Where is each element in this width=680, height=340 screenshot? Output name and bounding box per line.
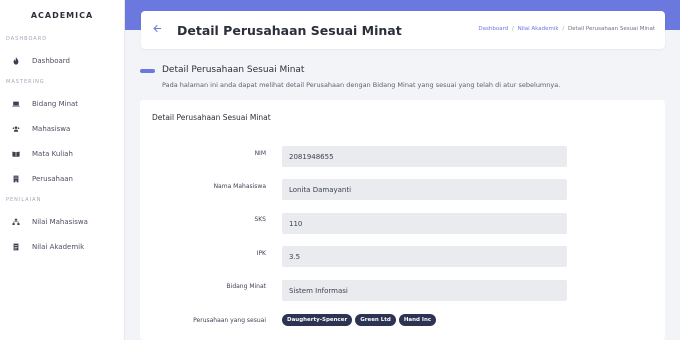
nama-mahasiswa-field[interactable]: Lonita Damayanti: [282, 179, 567, 200]
sidebar-item-mahasiswa[interactable]: Mahasiswa: [0, 116, 124, 141]
breadcrumb-item-dashboard[interactable]: Dashboard: [478, 26, 508, 32]
section-description: Pada halaman ini anda dapat melihat deta…: [162, 81, 561, 89]
sidebar-item-label: Nilai Mahasiswa: [32, 217, 88, 226]
bidang-minat-label: Bidang Minat: [226, 283, 266, 290]
sidebar-item-nilai-akademik[interactable]: Nilai Akademik: [0, 234, 124, 259]
brand-logo[interactable]: ACADEMICA: [0, 0, 124, 30]
perusahaan-label: Perusahaan yang sesuai: [193, 317, 266, 324]
page-title: Detail Perusahaan Sesuai Minat: [177, 22, 402, 38]
page-header: Detail Perusahaan Sesuai Minat Dashboard…: [141, 11, 665, 49]
ipk-field[interactable]: 3.5: [282, 246, 567, 267]
sks-label: SKS: [254, 216, 266, 223]
sidebar-item-bidang-minat[interactable]: Bidang Minat: [0, 91, 124, 116]
company-badge: Hand Inc: [398, 314, 437, 326]
sidebar-item-perusahaan[interactable]: Perusahaan: [0, 166, 124, 191]
bidang-minat-field[interactable]: Sistem Informasi: [282, 280, 567, 301]
book-icon: [11, 149, 21, 159]
sidebar-item-label: Mahasiswa: [32, 124, 71, 133]
nim-field[interactable]: 2081948655: [282, 146, 567, 167]
sidebar-item-label: Nilai Akademik: [32, 242, 85, 251]
sidebar: ACADEMICA DASHBOARD Dashboard MASTERING …: [0, 0, 125, 340]
sidebar-item-mata-kuliah[interactable]: Mata Kuliah: [0, 141, 124, 166]
flame-icon: [11, 56, 21, 66]
sitemap-icon: [11, 217, 21, 227]
section-accent-bar: [140, 69, 155, 73]
arrow-left-icon[interactable]: [153, 24, 167, 36]
nama-mahasiswa-label: Nama Mahasiswa: [213, 183, 266, 190]
sidebar-item-label: Mata Kuliah: [32, 149, 73, 158]
users-icon: [11, 124, 21, 134]
card-title: Detail Perusahaan Sesuai Minat: [152, 113, 271, 122]
sidebar-item-dashboard[interactable]: Dashboard: [0, 48, 124, 73]
building-icon: [11, 174, 21, 184]
nim-label: NIM: [254, 150, 266, 157]
sidebar-item-nilai-mahasiswa[interactable]: Nilai Mahasiswa: [0, 209, 124, 234]
section-title: Detail Perusahaan Sesuai Minat: [162, 65, 305, 75]
sidebar-item-label: Dashboard: [32, 56, 70, 65]
company-badge: Green Ltd: [355, 314, 396, 326]
ipk-label: IPK: [256, 250, 266, 257]
detail-card: Detail Perusahaan Sesuai Minat NIM 20819…: [140, 100, 665, 340]
sidebar-item-label: Bidang Minat: [32, 99, 79, 108]
sidebar-section-dashboard: DASHBOARD: [6, 36, 48, 42]
sks-field[interactable]: 110: [282, 213, 567, 234]
laptop-icon: [11, 99, 21, 109]
company-badge: Daugherty-Spencer: [282, 314, 353, 326]
breadcrumb-item-current: Detail Perusahaan Sesuai Minat: [567, 26, 655, 32]
breadcrumb-separator: /: [562, 26, 565, 32]
sidebar-section-penilaian: PENILAIAN: [6, 197, 42, 203]
sidebar-item-label: Perusahaan: [32, 174, 73, 183]
perusahaan-badge-list: Daugherty-Spencer Green Ltd Hand Inc: [282, 314, 437, 326]
breadcrumb-separator: /: [511, 26, 514, 32]
sidebar-section-mastering: MASTERING: [6, 79, 45, 85]
breadcrumb: Dashboard / Nilai Akademik / Detail Peru…: [478, 26, 655, 32]
document-icon: [11, 242, 21, 252]
breadcrumb-item-nilai-akademik[interactable]: Nilai Akademik: [518, 26, 559, 32]
